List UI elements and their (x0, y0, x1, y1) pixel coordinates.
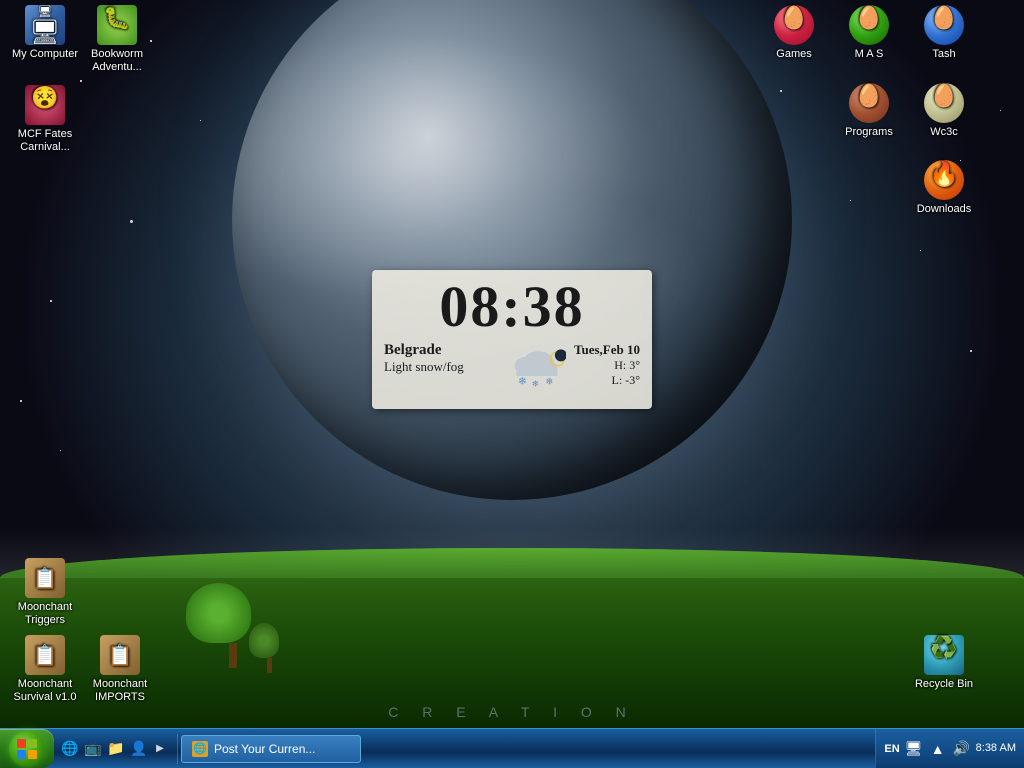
clock-weather-info: Belgrade Light snow/fog (384, 342, 498, 375)
taskbar-firefox-icon[interactable]: 🌐 (60, 739, 80, 759)
active-window-button[interactable]: 🌐 Post Your Curren... (181, 735, 361, 763)
mcf-label: MCF Fates Carnival... (10, 128, 80, 154)
taskbar-folder-icon[interactable]: 📁 (106, 739, 126, 759)
programs-icon: 🥚 (849, 83, 889, 123)
taskbar: 🌐 📺 📁 👤 ▶ 🌐 Post Your Curren... EN 🖥 ▲ 🔊… (0, 728, 1024, 768)
tash-icon: 🥚 (924, 5, 964, 45)
active-window-icon: 🌐 (192, 741, 208, 757)
recycle-bin-icon: ♻️ (924, 635, 964, 675)
taskbar-volume-icon[interactable]: 🔊 (952, 739, 972, 759)
desktop-icon-bookworm[interactable]: 🐛 Bookworm Adventu... (82, 5, 152, 74)
desktop-icon-mas[interactable]: 🥚 M A S (834, 5, 904, 61)
desktop-icon-moonchant-imports[interactable]: 📋 Moonchant IMPORTS (85, 635, 155, 704)
tree-2 (260, 623, 279, 673)
taskbar-divider (177, 734, 178, 764)
desktop-icon-mcf[interactable]: 😵 MCF Fates Carnival... (10, 85, 80, 154)
desktop-icon-moonchant-survival[interactable]: 📋 Moonchant Survival v1.0 (10, 635, 80, 704)
wc3c-icon: 🥚 (924, 83, 964, 123)
system-tray: EN 🖥 ▲ 🔊 8:38 AM (875, 729, 1024, 768)
downloads-label: Downloads (909, 203, 979, 216)
games-icon: 🥚 (774, 5, 814, 45)
start-orb (9, 731, 45, 767)
clock-date: Tues,Feb 10 (574, 342, 640, 358)
clock-city: Belgrade (384, 342, 498, 359)
tree-1 (215, 583, 251, 668)
desktop-icon-moonchant-triggers[interactable]: 📋 Moonchant Triggers (10, 558, 80, 627)
bookworm-icon: 🐛 (97, 5, 137, 45)
watermark: C R E A T I O N (388, 704, 636, 720)
wc3c-label: Wc3c (909, 126, 979, 139)
desktop-icon-tash[interactable]: 🥚 Tash (909, 5, 979, 61)
desktop-icon-games[interactable]: 🥚 Games (759, 5, 829, 61)
taskbar-language[interactable]: EN (884, 743, 899, 755)
clock-date-temp: Tues,Feb 10 H: 3° L: -3° (574, 342, 640, 388)
start-button[interactable] (0, 729, 54, 768)
moonchant-survival-icon: 📋 (25, 635, 65, 675)
svg-text:❄: ❄ (532, 378, 539, 388)
games-label: Games (759, 48, 829, 61)
bookworm-label: Bookworm Adventu... (82, 48, 152, 74)
desktop-icon-my-computer[interactable]: 🖥 My Computer (10, 5, 80, 61)
moonchant-survival-label: Moonchant Survival v1.0 (10, 678, 80, 704)
clock-widget: 08:38 Belgrade Light snow/fog ❄ ❄ ❄ (372, 270, 652, 409)
desktop-icon-programs[interactable]: 🥚 Programs (834, 83, 904, 139)
weather-svg: ❄ ❄ ❄ (506, 342, 566, 392)
moonchant-triggers-icon: 📋 (25, 558, 65, 598)
svg-text:❄: ❄ (545, 376, 553, 387)
desktop-icon-recycle-bin[interactable]: ♻️ Recycle Bin (909, 635, 979, 691)
moonchant-triggers-label: Moonchant Triggers (10, 601, 80, 627)
mas-icon: 🥚 (849, 5, 889, 45)
mas-label: M A S (834, 48, 904, 61)
taskbar-notify-expand[interactable]: ▲ (928, 739, 948, 759)
taskbar-network-icon[interactable]: 🖥 (904, 739, 924, 759)
programs-label: Programs (834, 126, 904, 139)
quick-launch: 🌐 📺 📁 👤 ▶ (54, 739, 174, 759)
clock-weather-icon-area: ❄ ❄ ❄ (506, 342, 566, 397)
mcf-icon: 😵 (25, 85, 65, 125)
my-computer-label: My Computer (10, 48, 80, 61)
my-computer-icon: 🖥 (25, 5, 65, 45)
windows-logo (16, 738, 38, 760)
taskbar-expand-arrow[interactable]: ▶ (152, 739, 168, 759)
taskbar-time[interactable]: 8:38 AM (976, 741, 1016, 755)
clock-low: L: -3° (574, 373, 640, 388)
svg-text:❄: ❄ (518, 377, 527, 388)
taskbar-user-icon[interactable]: 👤 (129, 739, 149, 759)
desktop-icon-wc3c[interactable]: 🥚 Wc3c (909, 83, 979, 139)
clock-high: H: 3° (574, 358, 640, 373)
moonchant-imports-label: Moonchant IMPORTS (85, 678, 155, 704)
clock-condition: Light snow/fog (384, 359, 498, 375)
desktop-icon-downloads[interactable]: 🔥 Downloads (909, 160, 979, 216)
recycle-bin-label: Recycle Bin (909, 678, 979, 691)
downloads-icon: 🔥 (924, 160, 964, 200)
active-window-title: Post Your Curren... (214, 742, 315, 756)
tash-label: Tash (909, 48, 979, 61)
clock-time: 08:38 (384, 278, 640, 336)
moonchant-imports-icon: 📋 (100, 635, 140, 675)
taskbar-media-icon[interactable]: 📺 (83, 739, 103, 759)
